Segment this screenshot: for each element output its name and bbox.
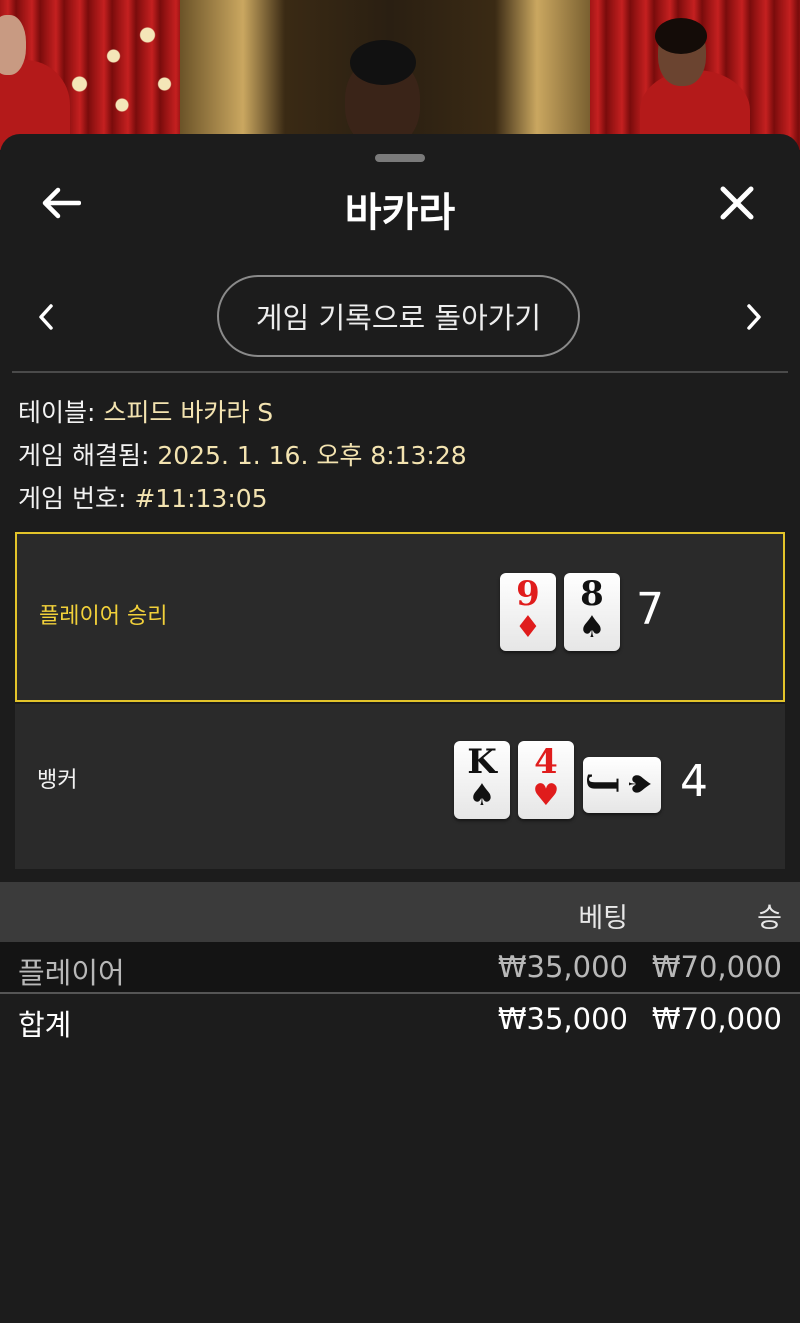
right-player-hair [655, 18, 707, 54]
banker-label: 뱅커 [37, 768, 78, 793]
player-card-2: 8 ♠ [564, 573, 620, 651]
table-label: 테이블: [18, 398, 104, 427]
banker-card-2: 4 ♥ [518, 741, 574, 819]
total-win-amount: ₩70,000 [651, 1002, 782, 1036]
spade-suit-icon: ♠ [468, 778, 496, 813]
banker-score: 4 [680, 756, 708, 807]
game-number-value: #11:13:05 [134, 484, 268, 513]
heart-suit-icon: ♥ [532, 778, 560, 813]
card-rank: J [585, 776, 625, 794]
bet-column-header: 베팅 [578, 903, 628, 934]
player-result-label: 플레이어 승리 [39, 604, 168, 629]
player-score: 7 [636, 584, 664, 635]
chevron-right-icon [745, 303, 763, 335]
game-number-info: 게임 번호: #11:13:05 [18, 479, 268, 515]
total-label: 합계 [18, 1008, 72, 1042]
close-button[interactable] [712, 180, 762, 230]
table-info: 테이블: 스피드 바카라 S [18, 393, 273, 429]
table-value: 스피드 바카라 S [103, 398, 274, 427]
win-amount: ₩70,000 [651, 950, 782, 984]
win-column-header: 승 [757, 903, 782, 934]
banker-card-1: K ♠ [454, 741, 510, 819]
resolved-info: 게임 해결됨: 2025. 1. 16. 오후 8:13:28 [18, 436, 467, 472]
diamond-suit-icon: ♦ [514, 610, 542, 645]
bet-name: 플레이어 [18, 956, 125, 990]
section-divider [12, 371, 788, 373]
card-rank: 8 [580, 574, 604, 614]
page-title: 바카라 [344, 190, 456, 236]
sheet-drag-handle[interactable] [375, 154, 425, 162]
spade-suit-icon: ♠ [578, 610, 606, 645]
total-bet-amount: ₩35,000 [497, 1002, 628, 1036]
card-rank: 4 [534, 742, 558, 782]
player-card-1: 9 ♦ [500, 573, 556, 651]
banker-result-panel: 뱅커 K ♠ 4 ♥ J ♠ 4 [15, 704, 785, 869]
card-rank: K [467, 742, 497, 782]
chevron-left-icon [37, 303, 55, 335]
game-history-sheet: 바카라 게임 기록으로 돌아가기 테이블: 스피드 바카라 S 게임 해결됨: … [0, 134, 800, 1323]
previous-game-button[interactable] [26, 299, 66, 339]
dealer-hair [350, 40, 416, 85]
live-dealer-video [0, 0, 800, 150]
next-game-button[interactable] [734, 299, 774, 339]
resolved-value: 2025. 1. 16. 오후 8:13:28 [157, 441, 467, 470]
player-result-panel: 플레이어 승리 9 ♦ 8 ♠ 7 [15, 532, 785, 702]
return-to-history-button[interactable]: 게임 기록으로 돌아가기 [217, 275, 580, 357]
bet-amount: ₩35,000 [497, 950, 628, 984]
close-icon [719, 185, 755, 225]
resolved-label: 게임 해결됨: [18, 441, 158, 470]
bets-table-header: 베팅 승 [0, 882, 800, 942]
spade-suit-icon: ♠ [621, 770, 656, 798]
card-rank: 9 [516, 574, 540, 614]
total-row: 합계 ₩35,000 ₩70,000 [0, 994, 800, 1044]
game-number-label: 게임 번호: [18, 484, 135, 513]
banker-card-3-sideways: J ♠ [583, 757, 661, 813]
table-row: 플레이어 ₩35,000 ₩70,000 [0, 942, 800, 992]
